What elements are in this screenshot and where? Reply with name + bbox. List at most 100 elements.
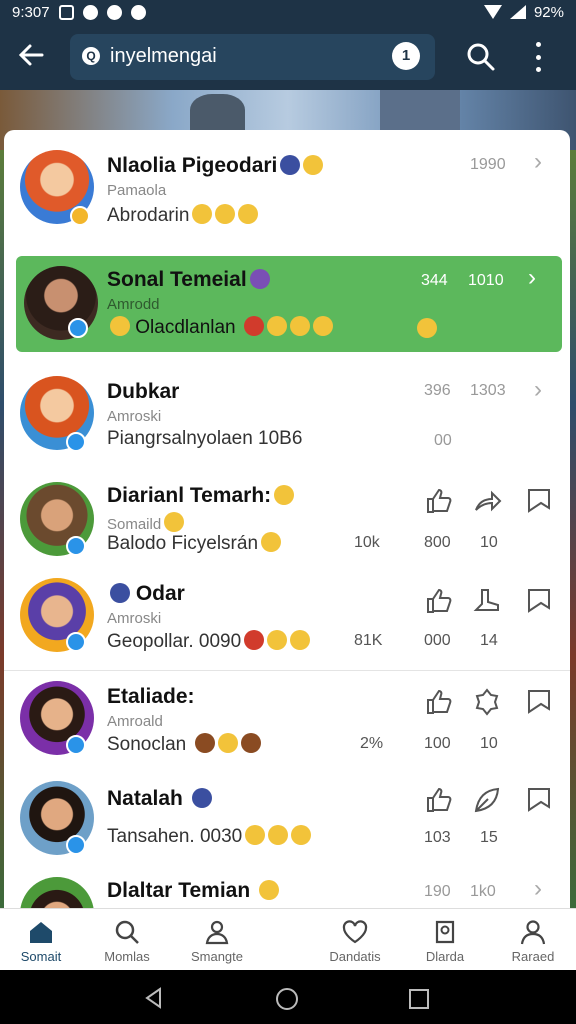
heart-icon [342,920,368,944]
person-icon [520,920,546,945]
contact-name: Etaliade: [107,685,195,708]
contact-subtitle: Amrodd [107,296,160,313]
like-icon[interactable] [424,586,454,616]
emoji-icon [191,788,212,808]
nav-favorites[interactable]: Dandatis [310,909,400,971]
nav-label: Raraed [511,949,555,964]
search-box[interactable]: Q inyelmengai 1 [70,34,435,80]
alert-notification-icon [130,4,146,20]
nav-group[interactable]: Smangte [172,909,262,971]
verified-badge-icon [66,432,86,452]
emoji-icon [110,583,130,603]
emoji-icon [274,485,295,505]
search-icon[interactable] [466,42,496,72]
app-notification-icon [82,4,98,20]
contact-row[interactable]: Nlaolia Pigeodari Pamaola Abrodarin 1990… [4,130,570,244]
emoji-icon [240,733,261,753]
emoji-icon [267,630,288,650]
contact-count: 1k0 [470,883,496,900]
contact-name: Diarianl Temarh: [107,484,272,507]
nav-home[interactable]: Somait [0,909,86,971]
like-icon[interactable] [424,687,454,717]
nav-label: Somait [20,949,62,964]
bookmark-icon[interactable] [524,785,554,815]
nav-label: Dandatis [329,949,381,964]
search-input[interactable]: inyelmengai [110,45,217,68]
contact-subtitle: Pamaola [107,182,167,199]
contact-message: Geopollar. [107,631,194,652]
emoji-icon [290,630,311,650]
chevron-right-icon[interactable]: › [534,148,542,176]
back-arrow-icon[interactable] [16,40,48,72]
back-triangle-icon[interactable] [143,987,165,1009]
home-circle-icon[interactable] [275,987,299,1011]
contact-row[interactable]: Diarianl Temarh: Somaild Balodo Ficyelsr… [4,470,570,570]
contact-row-selected[interactable]: Sonal Temeial Amrodd Olacdlanlan 344 101… [16,256,562,352]
contact-name: Dlaltar Temian [107,879,251,902]
contact-name: Natalah [107,787,183,810]
contact-count: 1010 [468,272,504,289]
contact-name: Dubkar [107,380,180,403]
contact-count: 00 [434,432,452,449]
emoji-icon [266,316,287,336]
emoji-icon [417,318,437,338]
verified-badge-icon [66,835,86,855]
chevron-right-icon[interactable]: › [528,264,536,292]
emoji-icon [303,155,324,175]
contact-message: Piangrsalnyolaen [107,428,253,449]
contact-count: 100 [424,735,451,752]
like-icon[interactable] [424,486,454,516]
bookmark-icon[interactable] [524,586,554,616]
contact-count: 1990 [470,156,506,173]
voice-icon[interactable]: 1 [392,42,420,70]
nav-shield[interactable]: Dlarda [400,909,490,971]
emoji-icon [215,204,236,224]
bookmark-icon[interactable] [524,687,554,717]
contact-row[interactable]: Odar Amroski Geopollar. 0090 81K 000 14 [4,570,570,670]
share-icon[interactable] [472,486,502,516]
contact-subtitle: Somaild [107,516,162,533]
tool-notification-icon [106,4,122,20]
contact-count: 190 [424,883,451,900]
nav-label: Momlas [104,949,150,964]
nav-profile[interactable]: Raraed [488,909,576,971]
status-time: 9:307 [12,3,50,21]
bookmark-icon[interactable] [524,486,554,516]
contact-count: 14 [480,632,498,649]
emoji-icon [194,733,215,753]
search-icon [115,920,139,944]
emoji-icon [312,316,333,336]
emoji-icon [238,204,259,224]
badge-icon[interactable] [472,687,502,717]
verified-badge-icon [66,632,86,652]
chevron-right-icon[interactable]: › [534,376,542,404]
nav-search[interactable]: Momlas [82,909,172,971]
contact-message: Abrodarin [107,205,190,226]
notification-icon [58,4,74,20]
emoji-icon [268,825,289,845]
leaf-icon[interactable] [472,785,502,815]
more-menu-icon[interactable] [530,42,546,72]
emoji-icon [110,316,130,336]
contact-message: Olacdlanlan [135,317,236,338]
contact-name: Odar [135,582,185,605]
contact-count: 000 [424,632,451,649]
contact-name: Sonal Temeial [107,268,247,291]
verified-badge-icon [66,536,86,556]
contact-row[interactable]: Etaliade: Amroald Sonoclan 2% 100 10 [4,671,570,771]
chevron-right-icon[interactable]: › [534,875,542,903]
contact-count: 2% [360,735,384,752]
contact-count: 396 [424,382,451,399]
recents-square-icon[interactable] [408,988,430,1010]
emoji-icon [245,825,266,845]
banner-tower [190,94,245,134]
contact-row[interactable]: Natalah Tansahen. 0030 103 15 [4,771,570,871]
contact-count: 1303 [470,382,506,399]
contact-subtitle: Amroski [107,408,162,425]
boot-icon[interactable] [472,586,502,616]
emoji-icon [291,825,312,845]
contact-row[interactable]: Dubkar Amroski Piangrsalnyolaen 10B6 396… [4,362,570,468]
contact-count: 800 [424,534,451,551]
contact-message: Sonoclan [107,734,187,755]
like-icon[interactable] [424,785,454,815]
